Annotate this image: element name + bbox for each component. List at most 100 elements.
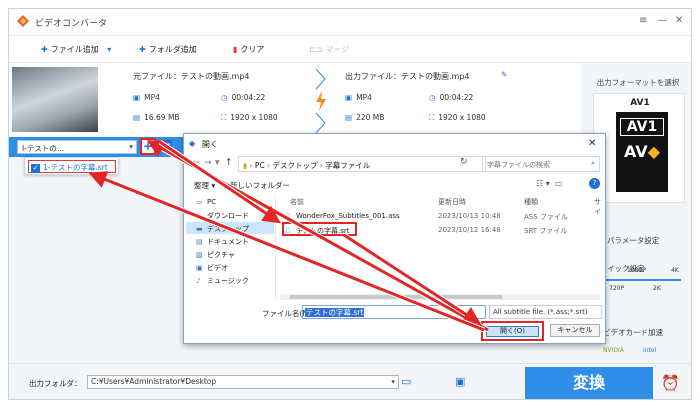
nav-item-documents[interactable]: ▤ ドキュメント: [196, 237, 249, 247]
history-chevron-icon[interactable]: ▾: [215, 158, 220, 168]
search-input[interactable]: 字幕ファイルの検索 ⌕: [482, 156, 600, 172]
nav-item-pictures[interactable]: ▨ ピクチャ: [196, 250, 235, 260]
back-arrow-icon[interactable]: ←: [192, 158, 200, 168]
nvidia-logo[interactable]: NVIDIA: [603, 347, 624, 354]
music-icon: ♪: [196, 277, 201, 285]
film-icon: ▣: [345, 93, 353, 102]
clear-button[interactable]: ▮ クリア: [233, 44, 264, 55]
open-button-highlight: 開く(O): [481, 321, 544, 341]
scrollbar-thumb[interactable]: [290, 295, 502, 299]
app-logo-icon: [17, 15, 29, 27]
new-folder-button[interactable]: 新しいフォルダー: [230, 180, 290, 191]
add-file-button[interactable]: ✚ ファイル追加 ▾: [41, 44, 111, 55]
quality-mark-4k: 4K: [671, 267, 679, 274]
file-size-icon: ▤: [345, 113, 353, 122]
quality-mark-1080p: 1080P: [627, 267, 646, 274]
subtitle-select[interactable]: Ⅰ-テストの... ▾: [17, 140, 137, 154]
film-icon: ▣: [133, 93, 141, 102]
open-button[interactable]: 開く(O): [486, 326, 539, 337]
close-icon[interactable]: ✕: [588, 138, 596, 149]
source-size: ▤ 16.69 MB: [133, 113, 180, 122]
cc-icon[interactable]: cc: [159, 140, 173, 151]
add-folder-button[interactable]: ✚ フォルダ追加: [139, 44, 197, 55]
nav-item-music[interactable]: ♪ ミュージック: [196, 276, 249, 286]
open-file-dialog: ◆ 開く ✕ ← → ▾ ↑ ▮ › PC › デスクトップ › 字幕ファイル …: [183, 133, 606, 344]
dialog-title: 開く: [202, 140, 218, 149]
av1-logo-icon: AV1 AV◆: [616, 112, 668, 192]
nav-item-videos[interactable]: ▣ ビデオ: [196, 263, 228, 273]
output-format-label: 出力フォーマットを選択: [596, 78, 680, 87]
search-icon: ⌕: [591, 159, 595, 167]
quality-mark-2k: 2K: [653, 285, 661, 292]
computer-icon: ▭: [196, 198, 203, 206]
merge-button[interactable]: ⊏⊐ マージ: [309, 44, 349, 55]
download-icon: ↓: [196, 212, 202, 220]
filename-input[interactable]: テストの字幕.srt: [302, 305, 486, 319]
column-header: 名前 更新日時 種類 サイ: [280, 194, 605, 216]
nav-item-desktop[interactable]: ▬ デスクトップ: [196, 224, 249, 234]
source-resolution: ⛶ 1920 x 1080: [221, 113, 278, 122]
open-folder-icon[interactable]: ▣: [455, 375, 465, 388]
folder-icon[interactable]: ▭: [401, 375, 411, 388]
add-subtitle-button[interactable]: +: [140, 138, 156, 155]
column-date[interactable]: 更新日時: [438, 197, 466, 207]
format-name: AV1: [630, 98, 650, 108]
checkbox-checked-icon[interactable]: ✓: [31, 164, 40, 173]
app-title: ビデオコンバータ: [35, 19, 108, 29]
dialog-logo-icon: ◆: [189, 139, 196, 148]
organize-button[interactable]: 整理 ▾: [194, 180, 215, 191]
up-arrow-icon[interactable]: ↑: [225, 158, 233, 168]
av-mark: AV◆: [624, 142, 660, 161]
convert-button[interactable]: 変換: [525, 367, 653, 399]
resolution-icon: ⛶: [221, 113, 227, 122]
alarm-clock-icon[interactable]: ⏰: [661, 374, 680, 392]
source-format: ▣ MP4: [133, 93, 160, 102]
title-bar: ビデオコンバータ ≡ — ✕: [9, 9, 691, 35]
menu-icon[interactable]: ≡: [639, 15, 647, 26]
param-settings-link[interactable]: パラメータ設定: [607, 235, 659, 246]
nav-item-downloads[interactable]: ↓ ダウンロード: [196, 211, 249, 221]
desktop-icon: ▬: [196, 225, 203, 233]
output-file-label: 出力ファイル：テストの動画.mp4: [345, 72, 470, 81]
path-breadcrumb[interactable]: ▮ › PC › デスクトップ › 字幕ファイル: [238, 156, 486, 172]
forward-arrow-icon[interactable]: →: [204, 158, 212, 168]
picture-icon: ▨: [196, 251, 203, 259]
source-duration: ◷ 00:04:22: [221, 93, 266, 102]
folder-icon: ▮: [243, 161, 248, 170]
nav-item-pc[interactable]: ▭ PC: [196, 198, 216, 206]
cancel-button[interactable]: キャンセル: [550, 324, 600, 337]
subtitle-dropdown: ✓ 1-テストの字幕.srt: [24, 157, 119, 175]
output-folder-field[interactable]: C:¥Users¥Administrator¥Desktop ▾: [87, 375, 399, 389]
chevron-down-icon[interactable]: ▾: [391, 377, 395, 386]
quality-slider[interactable]: [597, 279, 681, 281]
help-icon[interactable]: ?: [589, 178, 600, 189]
file-icon: ▯: [286, 212, 290, 220]
edit-pencil-icon[interactable]: ✎: [501, 70, 507, 79]
bottom-bar: 出力フォルダ： C:¥Users¥Administrator¥Desktop ▾…: [9, 363, 691, 399]
column-type[interactable]: 種類: [524, 197, 538, 207]
file-type-filter[interactable]: All subtitle file. (*.ass;*.srt): [489, 305, 602, 319]
subtitle-option[interactable]: ✓ 1-テストの字幕.srt: [28, 160, 116, 173]
output-duration: ◷ 00:04:22: [429, 93, 474, 102]
horizontal-scrollbar[interactable]: [280, 294, 600, 300]
clock-icon: ◷: [429, 93, 436, 102]
highlight-box: [282, 222, 357, 236]
clock-icon: ◷: [221, 93, 228, 102]
file-item: 元ファイル：テストの動画.mp4 ▣ MP4 ◷ 00:04:22 ▤ 16.69 M…: [9, 63, 581, 137]
convert-direction-icon: [315, 69, 326, 133]
source-file-label: 元ファイル：テストの動画.mp4: [133, 72, 250, 81]
column-name[interactable]: 名前: [290, 197, 304, 207]
video-thumbnail[interactable]: [12, 67, 98, 132]
command-bar: 整理 ▾ 新しいフォルダー ☷ ▾ ▭ ?: [184, 176, 605, 192]
dropdown-arrow-icon[interactable]: ▾: [107, 45, 111, 54]
view-options-icon[interactable]: ☷ ▾ ▭: [536, 179, 562, 188]
minimize-icon[interactable]: —: [657, 15, 667, 26]
intel-logo[interactable]: intel: [643, 347, 656, 354]
refresh-icon[interactable]: ↻: [460, 157, 468, 167]
file-size-icon: ▤: [133, 113, 141, 122]
plus-icon: ✚: [139, 45, 146, 54]
format-selector[interactable]: AV1 AV1 AV◆: [593, 93, 685, 203]
output-resolution: ⛶ 1920 x 1080: [429, 113, 486, 122]
output-format: ▣ MP4: [345, 93, 372, 102]
close-icon[interactable]: ✕: [675, 15, 683, 26]
